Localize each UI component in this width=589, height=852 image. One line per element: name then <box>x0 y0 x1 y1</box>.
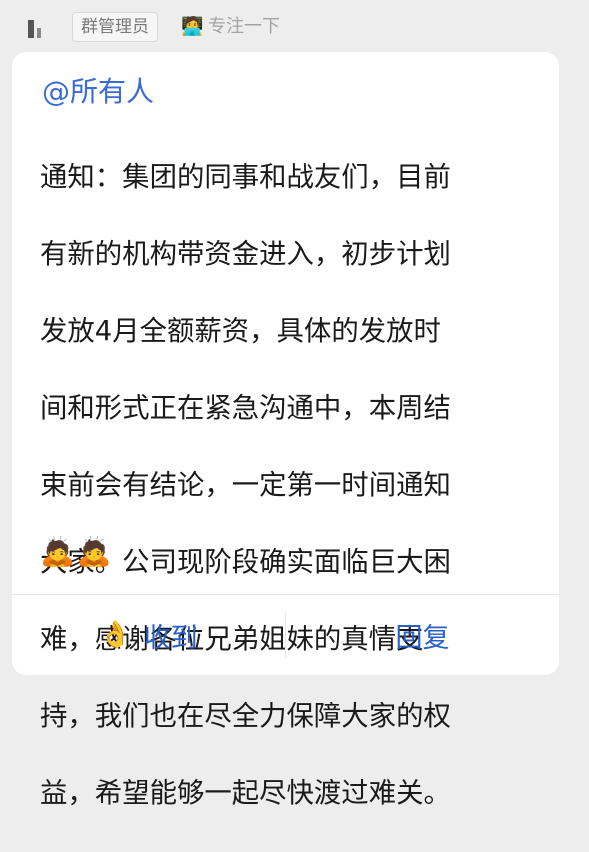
bowing-emoji-icons: 🙇🙇 <box>40 535 114 568</box>
body-line: 益，希望能够一起尽快渡过难关。 <box>40 777 451 809</box>
body-line: 束前会有结论，一定第一时间通知 <box>40 469 451 501</box>
ok-hand-icon: 👌 <box>99 620 132 650</box>
sender-avatar-icon[interactable] <box>28 18 44 38</box>
reply-button[interactable]: 回复 <box>286 595 559 675</box>
body-line: 持，我们也在尽全力保障大家的权 <box>40 700 451 732</box>
status-text: 专注一下 <box>208 16 280 37</box>
announcement-card: @所有人 通知：集团的同事和战友们，目前 有新的机构带资金进入，初步计划 发放4… <box>12 52 559 809</box>
received-label: 收到 <box>143 622 198 654</box>
reply-label: 回复 <box>395 622 450 654</box>
body-line: 通知：集团的同事和战友们，目前 <box>40 161 451 193</box>
status-emoji-icon: 🧑‍💻 <box>181 16 204 37</box>
mention-all[interactable]: @所有人 <box>42 72 154 112</box>
message-header: 群管理员 🧑‍💻 专注一下 <box>0 0 589 52</box>
body-line: 大家。公司现阶段确实面临巨大困 <box>40 546 451 578</box>
body-line: 有新的机构带资金进入，初步计划 <box>40 238 451 270</box>
body-line: 发放4月全额薪资，具体的发放时 <box>40 315 441 347</box>
body-line: 间和形式正在紧急沟通中，本周结 <box>40 392 451 424</box>
received-button[interactable]: 👌 收到 <box>12 595 285 675</box>
announcement-body: 通知：集团的同事和战友们，目前 有新的机构带资金进入，初步计划 发放4月全额薪资… <box>40 120 540 852</box>
role-tag: 群管理员 <box>72 12 158 42</box>
